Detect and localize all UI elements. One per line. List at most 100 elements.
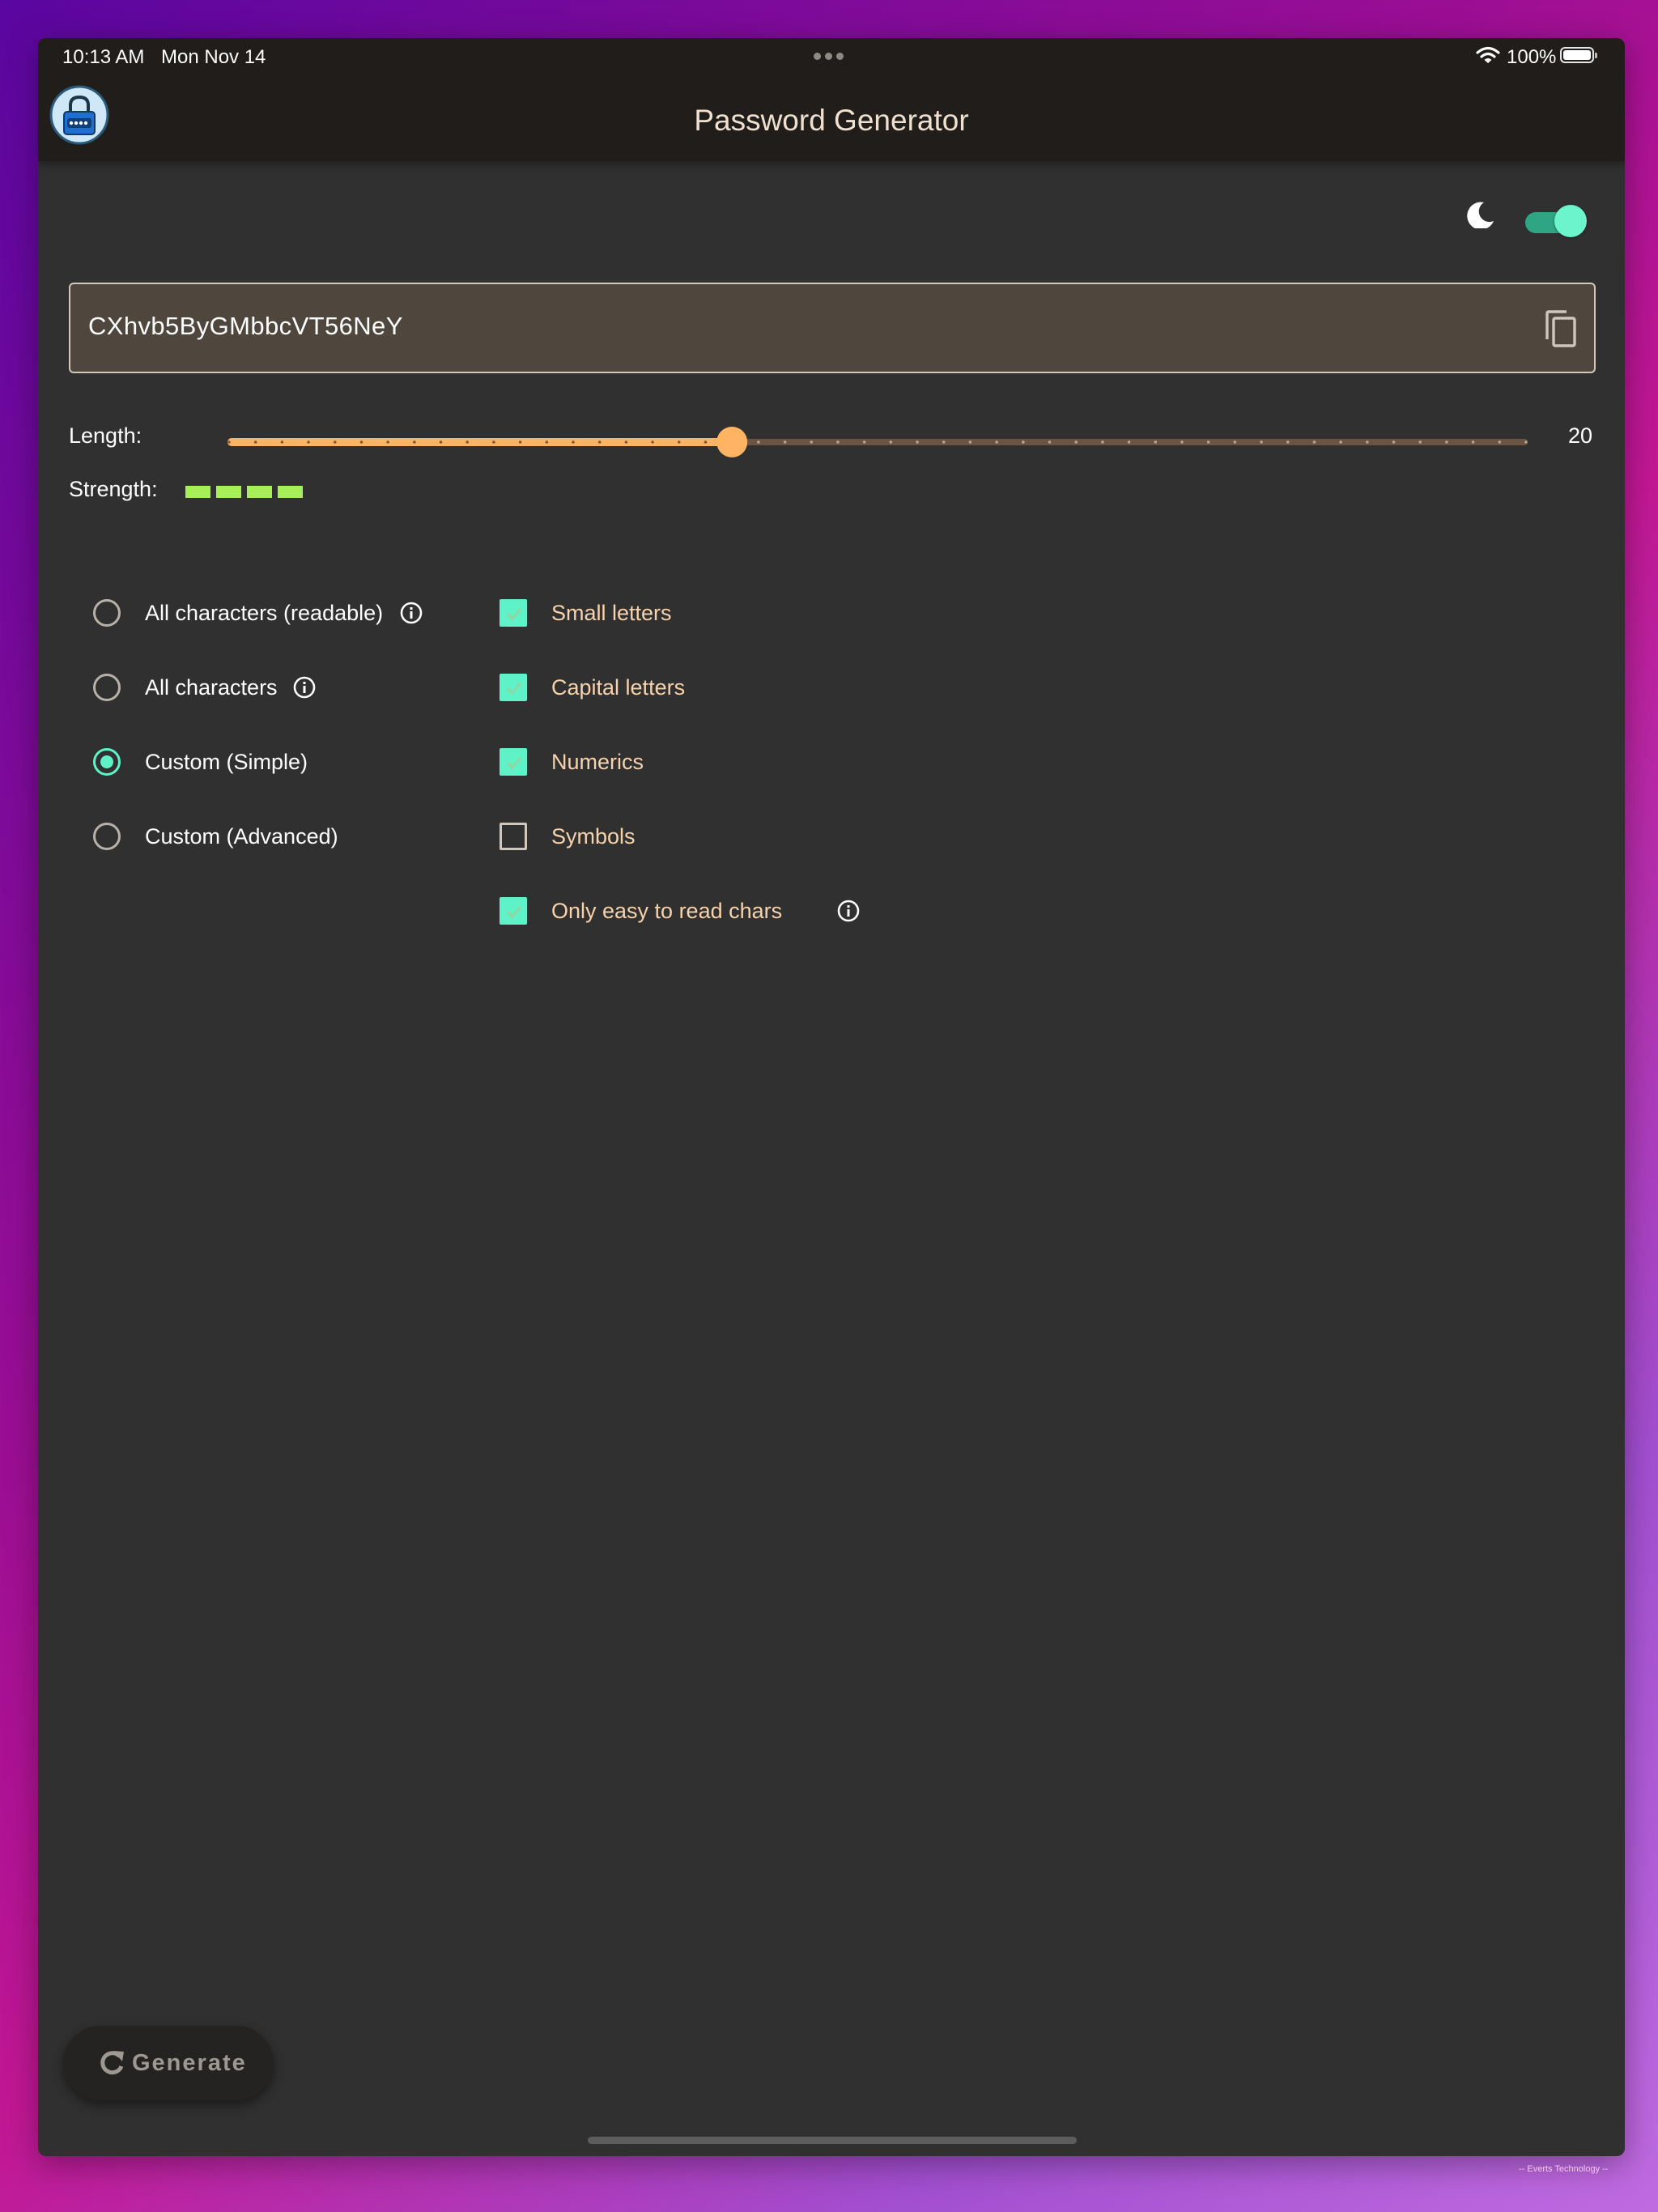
strength-segment <box>278 486 303 498</box>
theme-switcher <box>1465 196 1625 253</box>
slider-tick <box>1524 440 1528 444</box>
app-header: 10:13 AM Mon Nov 14 100% Password Genera… <box>38 38 1625 161</box>
radio-button[interactable] <box>93 599 121 627</box>
strength-meter <box>185 486 303 498</box>
status-time: 10:13 AM <box>62 46 145 68</box>
slider-tick <box>916 440 919 444</box>
mode-option-radio[interactable]: All characters <box>93 663 514 712</box>
dark-mode-toggle[interactable] <box>1524 201 1593 241</box>
checkbox[interactable] <box>500 823 527 850</box>
slider-tick <box>413 440 416 444</box>
radio-label: Custom (Advanced) <box>145 823 338 849</box>
slider-tick <box>704 440 708 444</box>
multitasking-dots-icon[interactable] <box>814 53 844 60</box>
radio-button[interactable] <box>93 674 121 701</box>
radio-button[interactable] <box>93 823 121 850</box>
slider-tick <box>333 440 337 444</box>
refresh-icon <box>100 2051 124 2075</box>
slider-tick <box>783 440 787 444</box>
slider-tick <box>836 440 840 444</box>
copy-icon[interactable] <box>1541 308 1579 351</box>
slider-tick <box>968 440 972 444</box>
slider-tick <box>1339 440 1342 444</box>
checkbox-label: Small letters <box>551 600 672 625</box>
slider-tick <box>1101 440 1104 444</box>
device-screen: 10:13 AM Mon Nov 14 100% Password Genera… <box>38 38 1625 2156</box>
checkbox[interactable] <box>500 599 527 627</box>
info-icon[interactable] <box>399 601 423 625</box>
slider-tick <box>1445 440 1448 444</box>
generate-label: Generate <box>132 2050 247 2076</box>
slider-tick <box>227 440 231 444</box>
slider-tick <box>1048 440 1052 444</box>
slider-tick <box>1180 440 1184 444</box>
checkbox[interactable] <box>500 748 527 776</box>
slider-tick <box>1286 440 1290 444</box>
slider-tick <box>1418 440 1422 444</box>
home-indicator[interactable] <box>588 2137 1077 2144</box>
generate-button[interactable]: Generate <box>63 2026 274 2100</box>
slider-tick <box>889 440 893 444</box>
checkbox[interactable] <box>500 897 527 925</box>
checkbox[interactable] <box>500 674 527 701</box>
info-icon[interactable] <box>836 899 861 923</box>
slider-tick <box>597 440 602 444</box>
slider-tick <box>862 440 866 444</box>
option-checkbox[interactable]: Only easy to read chars <box>500 887 953 935</box>
length-value: 20 <box>1567 423 1592 448</box>
wifi-icon <box>1476 46 1500 63</box>
length-slider[interactable] <box>189 420 1533 464</box>
status-date: Mon Nov 14 <box>161 46 266 68</box>
slider-tick <box>307 440 310 444</box>
mode-option-radio[interactable]: Custom (Advanced) <box>93 812 514 861</box>
slider-tick <box>1233 440 1237 444</box>
slider-tick <box>1260 440 1263 444</box>
slider-tick <box>1206 440 1210 444</box>
password-text[interactable]: CXhvb5ByGMbbcVT56NeY <box>88 312 403 341</box>
slider-tick <box>677 440 681 444</box>
radio-label: All characters <box>145 674 278 700</box>
slider-tick <box>439 440 443 444</box>
mode-option-radio[interactable]: All characters (readable) <box>93 589 514 637</box>
info-icon[interactable] <box>292 675 317 700</box>
slider-tick <box>1127 440 1131 444</box>
checkbox-label: Numerics <box>551 749 644 774</box>
slider-tick <box>810 440 814 444</box>
status-bar: 10:13 AM Mon Nov 14 100% <box>38 38 1625 72</box>
option-checkbox[interactable]: Small letters <box>500 589 953 637</box>
slider-tick <box>624 440 628 444</box>
slider-tick <box>280 440 284 444</box>
checkbox-label: Only easy to read chars <box>551 898 783 923</box>
slider-tick <box>995 440 998 444</box>
moon-icon <box>1467 202 1494 228</box>
radio-button[interactable] <box>93 748 121 776</box>
slider-tick <box>757 440 760 444</box>
slider-tick <box>386 440 389 444</box>
watermark-text: -- Everts Technology -- <box>1519 2164 1609 2174</box>
radio-label: All characters (readable) <box>145 600 384 625</box>
checkbox-label: Capital letters <box>551 674 686 700</box>
option-checkbox[interactable]: Symbols <box>500 812 953 861</box>
slider-tick <box>359 440 363 444</box>
mode-option-radio[interactable]: Custom (Simple) <box>93 738 514 786</box>
slider-tick <box>545 440 549 444</box>
slider-tick <box>1022 440 1025 444</box>
option-checkbox[interactable]: Capital letters <box>500 663 953 712</box>
toggle-thumb[interactable] <box>1554 205 1587 237</box>
slider-tick <box>651 440 654 444</box>
battery-percentage: 100% <box>1507 46 1557 68</box>
slider-tick <box>1366 440 1369 444</box>
slider-tick <box>1471 440 1475 444</box>
slider-thumb[interactable] <box>716 427 748 457</box>
slider-tick <box>572 440 575 444</box>
slider-tick <box>1312 440 1316 444</box>
strength-segment <box>247 486 272 498</box>
password-output-field[interactable]: CXhvb5ByGMbbcVT56NeY <box>69 283 1596 373</box>
slider-tick <box>253 440 257 444</box>
slider-tick <box>1074 440 1078 444</box>
option-checkbox[interactable]: Numerics <box>500 738 953 786</box>
checkbox-label: Symbols <box>551 823 636 849</box>
page-title: Password Generator <box>694 104 969 137</box>
battery-icon <box>1560 47 1597 63</box>
slider-tick <box>1154 440 1158 444</box>
